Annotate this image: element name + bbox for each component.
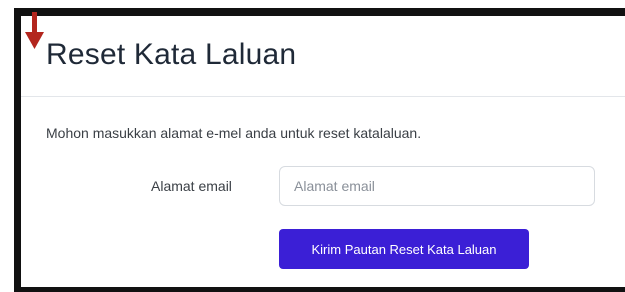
- frame-border-left: [14, 8, 21, 292]
- send-reset-link-button[interactable]: Kirim Pautan Reset Kata Laluan: [279, 229, 529, 269]
- arrow-down-icon: [25, 12, 44, 49]
- email-label: Alamat email: [151, 178, 232, 194]
- card-header: Reset Kata Laluan: [21, 16, 625, 97]
- page-title: Reset Kata Laluan: [46, 38, 297, 71]
- reset-password-card: Reset Kata Laluan Mohon masukkan alamat …: [21, 16, 625, 287]
- screenshot-frame: Reset Kata Laluan Mohon masukkan alamat …: [0, 0, 625, 292]
- instruction-text: Mohon masukkan alamat e-mel anda untuk r…: [46, 125, 422, 141]
- frame-border-bottom: [14, 287, 625, 292]
- email-input[interactable]: [279, 166, 595, 206]
- frame-border-top: [14, 8, 625, 16]
